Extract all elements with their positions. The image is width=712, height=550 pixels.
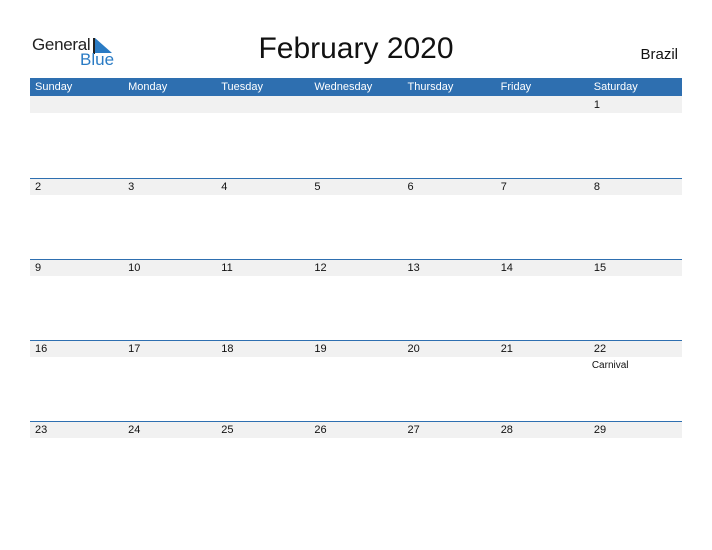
day-cell	[30, 96, 123, 177]
day-cell: 24	[123, 421, 216, 502]
weekday-monday: Monday	[128, 81, 168, 93]
day-number: 16	[35, 343, 48, 355]
weekday-wednesday: Wednesday	[314, 81, 373, 93]
day-number: 10	[128, 262, 141, 274]
day-cell: 15	[589, 259, 682, 340]
day-cell: 5	[309, 178, 402, 259]
week-row: 16 17 18 19 20 21 22 Carnival	[30, 340, 682, 421]
weekday-friday: Friday	[500, 81, 532, 93]
day-cell: 28	[496, 421, 589, 502]
day-number: 22	[593, 343, 607, 355]
day-cell: 13	[403, 259, 496, 340]
weekday-header: Sunday Monday Tuesday Wednesday Thursday…	[30, 78, 682, 96]
day-cell: 17	[123, 340, 216, 421]
day-cell	[496, 96, 589, 177]
day-cell: 3	[123, 178, 216, 259]
day-number: 28	[500, 424, 513, 436]
day-number: 1	[593, 99, 600, 111]
day-cell: 23	[30, 421, 123, 502]
day-cell: 12	[309, 259, 402, 340]
week-row: 2 3 4 5 6 7 8	[30, 178, 682, 259]
day-number: 11	[221, 262, 233, 274]
day-number: 13	[407, 262, 420, 274]
day-cell: 21	[496, 340, 589, 421]
page-title: February 2020	[258, 32, 454, 65]
day-cell	[309, 96, 402, 177]
day-number: 18	[221, 343, 234, 355]
day-cell: 19	[309, 340, 402, 421]
day-number: 5	[314, 181, 321, 193]
day-cell: 27	[403, 421, 496, 502]
day-number: 14	[500, 262, 513, 274]
weekday-sunday: Sunday	[35, 81, 73, 93]
day-number: 15	[593, 262, 607, 274]
day-number: 21	[500, 343, 513, 355]
day-number: 3	[128, 181, 135, 193]
day-number: 8	[593, 181, 600, 193]
day-number: 20	[407, 343, 420, 355]
day-number: 17	[128, 343, 141, 355]
day-cell: 1	[589, 96, 682, 177]
weekday-thursday: Thursday	[407, 81, 454, 93]
day-number: 2	[35, 181, 42, 193]
day-cell: 20	[403, 340, 496, 421]
holiday-label: Carnival	[591, 360, 629, 371]
day-cell: 14	[496, 259, 589, 340]
day-number: 9	[35, 262, 42, 274]
day-number: 19	[314, 343, 327, 355]
day-cell: 2	[30, 178, 123, 259]
weekday-tuesday: Tuesday	[221, 81, 264, 93]
day-cell: 18	[216, 340, 309, 421]
day-cell: 9	[30, 259, 123, 340]
day-cell: 26	[309, 421, 402, 502]
day-cell: 4	[216, 178, 309, 259]
week-row: 23 24 25 26 27 28 29	[30, 421, 682, 502]
day-number: 29	[593, 424, 607, 436]
day-cell: 16	[30, 340, 123, 421]
day-cell: 7	[496, 178, 589, 259]
week-row: 1	[30, 96, 682, 177]
day-cell: 25	[216, 421, 309, 502]
day-cell: 6	[403, 178, 496, 259]
day-cell: 29	[589, 421, 682, 502]
day-number: 24	[128, 424, 141, 436]
day-number: 4	[221, 181, 228, 193]
country-label: Brazil	[640, 46, 678, 63]
day-number: 25	[221, 424, 234, 436]
day-number: 27	[407, 424, 420, 436]
week-row: 9 10 11 12 13 14 15	[30, 259, 682, 340]
day-cell: 11	[216, 259, 309, 340]
day-number: 6	[407, 181, 414, 193]
day-cell: 22 Carnival	[589, 340, 682, 421]
day-cell: 10	[123, 259, 216, 340]
day-cell	[216, 96, 309, 177]
day-cell: 8	[589, 178, 682, 259]
day-cell	[123, 96, 216, 177]
day-number: 7	[500, 181, 507, 193]
weekday-saturday: Saturday	[593, 81, 638, 93]
day-number: 26	[314, 424, 327, 436]
day-number: 23	[35, 424, 48, 436]
day-number: 12	[314, 262, 327, 274]
day-cell	[403, 96, 496, 177]
